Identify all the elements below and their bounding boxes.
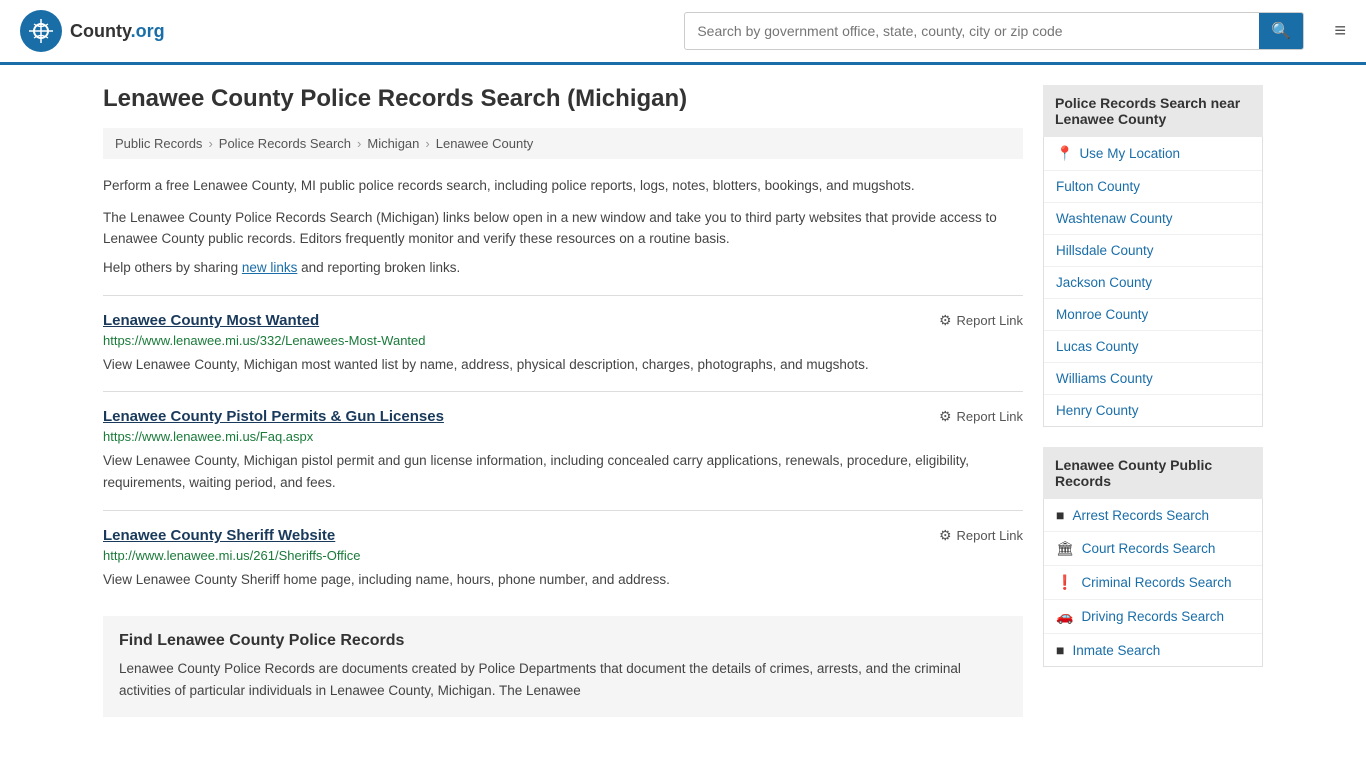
sidebar-public-records-section: Lenawee County Public Records ■ Arrest R… — [1043, 447, 1263, 667]
result-desc-1: View Lenawee County, Michigan most wante… — [103, 354, 1023, 376]
report-icon-3: ⚙ — [939, 527, 952, 544]
logo-icon — [20, 10, 62, 52]
result-title-2[interactable]: Lenawee County Pistol Permits & Gun Lice… — [103, 408, 444, 425]
sidebar-link-court[interactable]: 🏛 Court Records Search — [1044, 532, 1262, 565]
sidebar-item-inmate-search[interactable]: ■ Inmate Search — [1044, 634, 1262, 666]
sidebar-item-arrest-records[interactable]: ■ Arrest Records Search — [1044, 499, 1262, 532]
sidebar-link-monroe[interactable]: Monroe County — [1044, 299, 1262, 330]
sidebar-link-hillsdale[interactable]: Hillsdale County — [1044, 235, 1262, 266]
sidebar-nearby-section: Police Records Search near Lenawee Count… — [1043, 85, 1263, 427]
sidebar-link-williams[interactable]: Williams County — [1044, 363, 1262, 394]
sidebar-item-williams[interactable]: Williams County — [1044, 363, 1262, 395]
find-desc: Lenawee County Police Records are docume… — [119, 658, 1007, 701]
sidebar-use-my-location[interactable]: 📍 Use My Location — [1044, 137, 1262, 171]
main-container: Lenawee County Police Records Search (Mi… — [83, 65, 1283, 737]
result-desc-2: View Lenawee County, Michigan pistol per… — [103, 450, 1023, 493]
sidebar-item-court-records[interactable]: 🏛 Court Records Search — [1044, 532, 1262, 566]
sidebar-item-hillsdale[interactable]: Hillsdale County — [1044, 235, 1262, 267]
site-header: County.org 🔍 ≡ — [0, 0, 1366, 65]
find-section: Find Lenawee County Police Records Lenaw… — [103, 616, 1023, 717]
sidebar-link-henry[interactable]: Henry County — [1044, 395, 1262, 426]
sidebar-public-records-list: ■ Arrest Records Search 🏛 Court Records … — [1043, 499, 1263, 667]
breadcrumb-link-public-records[interactable]: Public Records — [115, 136, 202, 151]
result-url-1: https://www.lenawee.mi.us/332/Lenawees-M… — [103, 333, 1023, 348]
intro-text-1: Perform a free Lenawee County, MI public… — [103, 175, 1023, 197]
search-input[interactable] — [685, 15, 1259, 47]
result-card-2: Lenawee County Pistol Permits & Gun Lice… — [103, 391, 1023, 509]
sidebar-item-criminal-records[interactable]: ❗ Criminal Records Search — [1044, 566, 1262, 600]
report-icon-2: ⚙ — [939, 408, 952, 425]
report-icon-1: ⚙ — [939, 312, 952, 329]
sidebar-link-criminal[interactable]: ❗ Criminal Records Search — [1044, 566, 1262, 599]
search-button[interactable]: 🔍 — [1259, 13, 1303, 49]
result-url-3: http://www.lenawee.mi.us/261/Sheriffs-Of… — [103, 548, 1023, 563]
sidebar-item-jackson[interactable]: Jackson County — [1044, 267, 1262, 299]
sidebar-link-washtenaw[interactable]: Washtenaw County — [1044, 203, 1262, 234]
find-title: Find Lenawee County Police Records — [119, 632, 1007, 650]
report-link-2[interactable]: ⚙ Report Link — [939, 408, 1023, 425]
driving-icon: 🚗 — [1056, 608, 1073, 625]
sidebar-link-fulton[interactable]: Fulton County — [1044, 171, 1262, 202]
site-logo[interactable]: County.org — [20, 10, 165, 52]
content-area: Lenawee County Police Records Search (Mi… — [103, 85, 1023, 717]
inmate-icon: ■ — [1056, 642, 1064, 658]
criminal-icon: ❗ — [1056, 574, 1073, 591]
sidebar-link-arrest[interactable]: ■ Arrest Records Search — [1044, 499, 1262, 531]
sidebar-item-driving-records[interactable]: 🚗 Driving Records Search — [1044, 600, 1262, 634]
report-link-3[interactable]: ⚙ Report Link — [939, 527, 1023, 544]
sidebar-link-inmate[interactable]: ■ Inmate Search — [1044, 634, 1262, 666]
result-desc-3: View Lenawee County Sheriff home page, i… — [103, 569, 1023, 591]
breadcrumb: Public Records › Police Records Search ›… — [103, 128, 1023, 159]
breadcrumb-link-police-records[interactable]: Police Records Search — [219, 136, 351, 151]
sidebar-public-records-header: Lenawee County Public Records — [1043, 447, 1263, 499]
sidebar-nearby-header: Police Records Search near Lenawee Count… — [1043, 85, 1263, 137]
result-url-2: https://www.lenawee.mi.us/Faq.aspx — [103, 429, 1023, 444]
result-card-1: Lenawee County Most Wanted ⚙ Report Link… — [103, 295, 1023, 392]
breadcrumb-link-michigan[interactable]: Michigan — [367, 136, 419, 151]
sidebar-nearby-list: 📍 Use My Location Fulton County Washtena… — [1043, 137, 1263, 427]
search-bar: 🔍 — [684, 12, 1304, 50]
breadcrumb-current: Lenawee County — [436, 136, 534, 151]
share-text: Help others by sharing new links and rep… — [103, 260, 1023, 275]
sidebar-link-driving[interactable]: 🚗 Driving Records Search — [1044, 600, 1262, 633]
sidebar-item-lucas[interactable]: Lucas County — [1044, 331, 1262, 363]
sidebar-item-fulton[interactable]: Fulton County — [1044, 171, 1262, 203]
sidebar-item-henry[interactable]: Henry County — [1044, 395, 1262, 426]
result-card-3: Lenawee County Sheriff Website ⚙ Report … — [103, 510, 1023, 607]
location-icon: 📍 — [1056, 145, 1073, 162]
page-title: Lenawee County Police Records Search (Mi… — [103, 85, 1023, 113]
sidebar-item-washtenaw[interactable]: Washtenaw County — [1044, 203, 1262, 235]
result-title-1[interactable]: Lenawee County Most Wanted — [103, 312, 319, 329]
sidebar-link-jackson[interactable]: Jackson County — [1044, 267, 1262, 298]
sidebar: Police Records Search near Lenawee Count… — [1043, 85, 1263, 717]
sidebar-item-monroe[interactable]: Monroe County — [1044, 299, 1262, 331]
sidebar-link-lucas[interactable]: Lucas County — [1044, 331, 1262, 362]
arrest-icon: ■ — [1056, 507, 1064, 523]
court-icon: 🏛 — [1056, 540, 1074, 557]
result-title-3[interactable]: Lenawee County Sheriff Website — [103, 527, 335, 544]
report-link-1[interactable]: ⚙ Report Link — [939, 312, 1023, 329]
intro-text-2: The Lenawee County Police Records Search… — [103, 207, 1023, 250]
menu-button[interactable]: ≡ — [1334, 20, 1346, 43]
new-links-link[interactable]: new links — [242, 260, 298, 275]
logo-label: County.org — [70, 21, 165, 42]
